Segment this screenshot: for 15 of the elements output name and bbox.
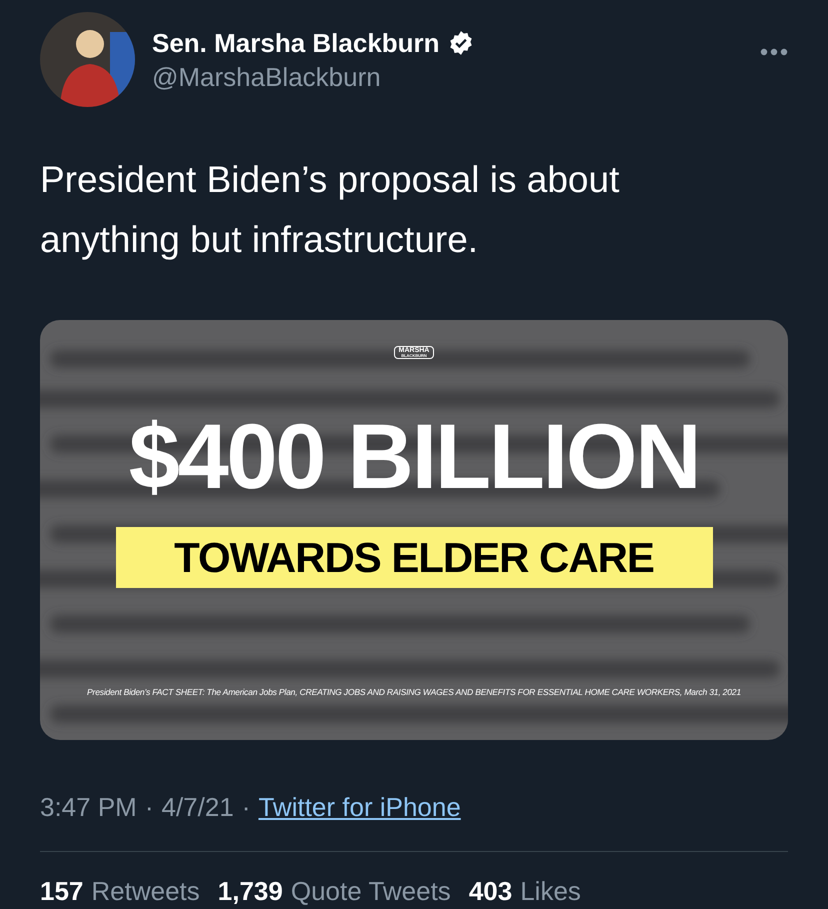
tweet-time: 3:47 PM: [40, 791, 137, 824]
headline: $400 BILLION: [128, 411, 700, 503]
author-name[interactable]: Sen. Marsha Blackburn: [152, 28, 440, 58]
separator-dot: ·: [144, 791, 154, 824]
caption: President Biden’s FACT SHEET: The American Jobs Plan, CREATING JOBS AND RAISING WAGES AND BENEFITS FOR ESSENTIAL HOME CARE WORKERS, March 31, 2021: [87, 686, 741, 699]
tweet-text: President Biden’s proposal is about anything but infrastructure.: [40, 158, 620, 262]
separator-dot: ·: [242, 791, 250, 824]
more-icon[interactable]: [760, 48, 788, 56]
stat-link[interactable]: 1,739 Quote Tweets: [218, 872, 451, 909]
stat-link[interactable]: 157 Retweets: [40, 872, 200, 909]
author-handle[interactable]: @MarshaBlackburn: [152, 62, 474, 92]
stat-link[interactable]: 403 Likes: [468, 872, 581, 909]
source-link[interactable]: Twitter for iPhone: [258, 788, 461, 827]
banner: TOWARDS ELDER CARE: [116, 527, 712, 588]
tweet-date: 4/7/21: [162, 791, 234, 824]
